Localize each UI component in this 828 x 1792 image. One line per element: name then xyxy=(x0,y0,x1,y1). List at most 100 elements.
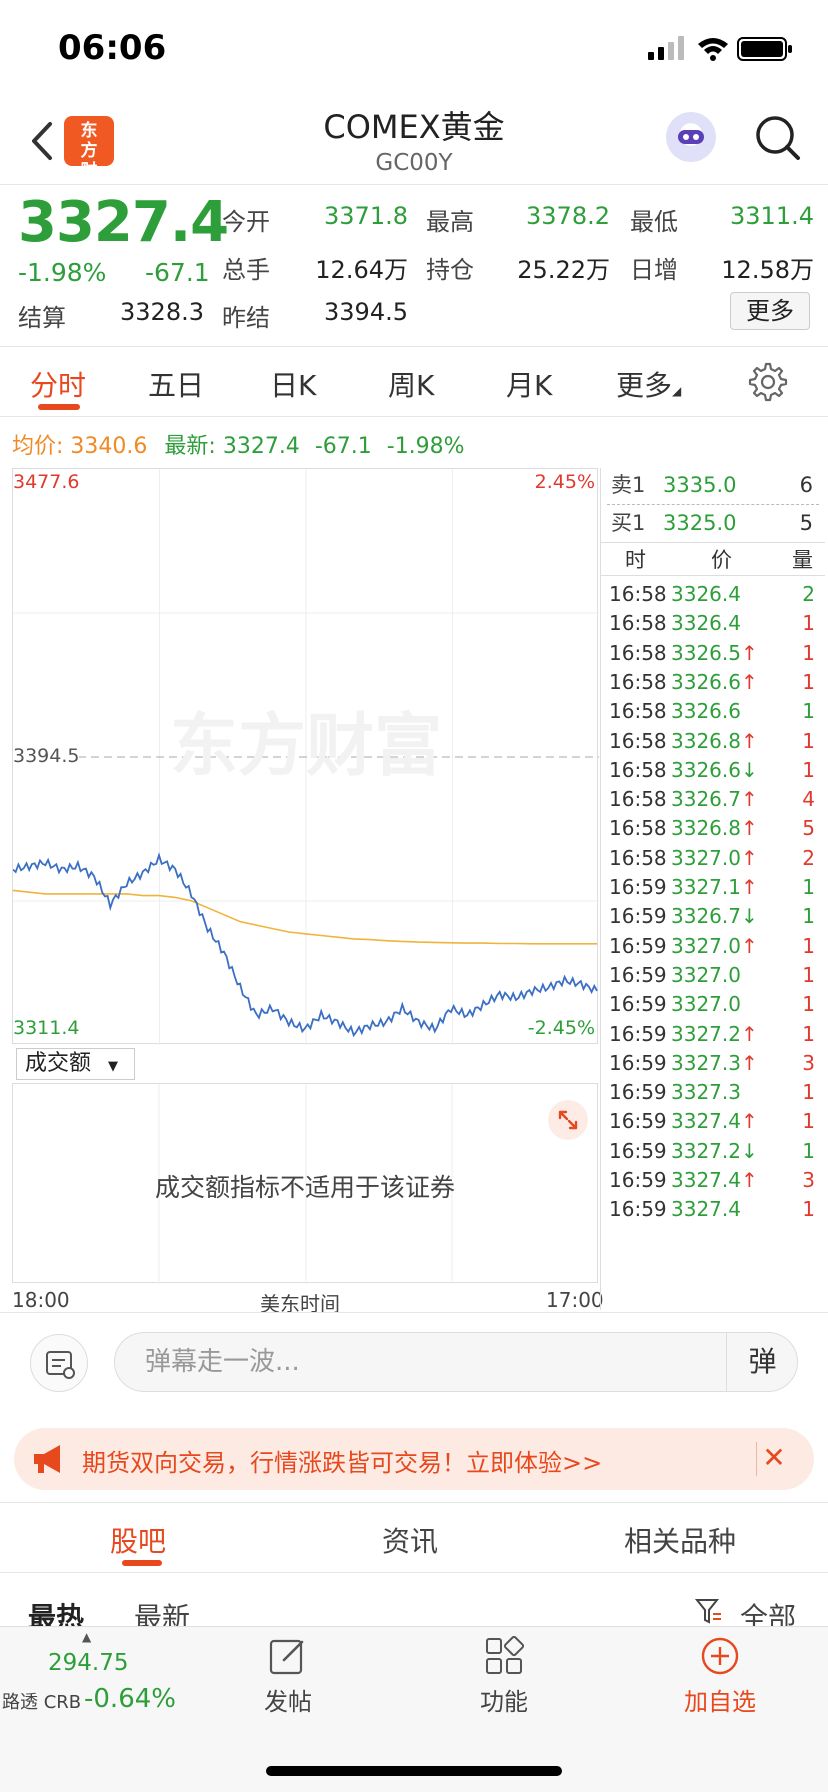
arrow-up-icon: ↑ xyxy=(740,1050,758,1075)
tab-weekly-k[interactable]: 周K xyxy=(388,364,434,404)
y-axis-top: 3477.6 xyxy=(13,471,80,493)
arrow-down-icon: ↓ xyxy=(740,904,758,929)
tick-time: 16:59 xyxy=(609,962,667,987)
tick-price: 3327.4↑ xyxy=(671,1164,758,1197)
volume-label: 总手 xyxy=(222,256,270,284)
megaphone-icon xyxy=(34,1445,60,1473)
open-label: 今开 xyxy=(222,208,270,236)
tick-volume: 1 xyxy=(802,1021,815,1046)
tick-time: 16:59 xyxy=(609,1021,667,1046)
tick-row: 16:58 3326.4 2 xyxy=(601,578,825,611)
search-button[interactable] xyxy=(752,112,804,164)
ask-row: 卖1 3335.0 6 xyxy=(601,468,825,502)
tick-price: 3326.5↑ xyxy=(671,637,758,670)
danmaku-toggle-button[interactable]: 弹 xyxy=(726,1332,798,1392)
add-circle-icon[interactable] xyxy=(700,1636,740,1676)
edit-icon[interactable] xyxy=(268,1636,308,1676)
filter-icon[interactable] xyxy=(694,1596,724,1626)
tab-monthly-k[interactable]: 月K xyxy=(506,364,552,404)
expand-button[interactable] xyxy=(548,1100,588,1140)
daily-increase-label: 日增 xyxy=(630,256,678,284)
tick-row: 16:59 3327.3↑ 3 xyxy=(601,1047,825,1080)
bottom-tabs-divider xyxy=(0,1572,828,1573)
tick-price: 3326.6↑ xyxy=(671,666,758,699)
tab-intraday[interactable]: 分时 xyxy=(30,364,86,404)
quote-divider xyxy=(0,346,828,347)
bid-label: 买1 xyxy=(611,511,646,535)
search-icon xyxy=(756,116,800,160)
tab-news[interactable]: 资讯 xyxy=(382,1520,438,1560)
tab-more[interactable]: 更多◢ xyxy=(616,364,681,404)
tab-five-day[interactable]: 五日 xyxy=(148,364,204,404)
tick-price: 3326.8↑ xyxy=(671,812,758,845)
chart-settings-button[interactable] xyxy=(748,362,788,402)
add-watchlist-button[interactable]: 加自选 xyxy=(670,1682,770,1717)
tick-price-value: 3327.2 xyxy=(671,1021,741,1046)
apps-icon[interactable] xyxy=(484,1635,525,1676)
promo-text[interactable]: 期货双向交易，行情涨跌皆可交易！立即体验>> xyxy=(82,1443,602,1478)
post-button[interactable]: 发帖 xyxy=(238,1682,338,1717)
tick-price-value: 3327.0 xyxy=(671,933,741,958)
order-book-panel[interactable]: 卖1 3335.0 6 买1 3325.0 5 时 价 量 16:58 3326.… xyxy=(600,468,828,1310)
tick-time: 16:59 xyxy=(609,1109,667,1134)
notes-button[interactable] xyxy=(30,1334,88,1392)
last-price: 3327.4 xyxy=(18,190,229,255)
functions-button[interactable]: 功能 xyxy=(454,1682,554,1717)
change-percent: -1.98% xyxy=(18,258,107,287)
tick-price-value: 3326.4 xyxy=(671,611,741,636)
bottom-tab-indicator xyxy=(122,1560,162,1566)
tick-volume: 1 xyxy=(802,728,815,753)
crb-index-label[interactable]: 路透 CRB xyxy=(2,1688,81,1714)
robot-assistant-icon[interactable] xyxy=(666,112,716,162)
danmaku-input[interactable]: 弹幕走一波... xyxy=(114,1332,798,1392)
tick-volume: 4 xyxy=(802,787,815,812)
tick-price: 3327.0↑ xyxy=(671,930,758,963)
tick-volume: 1 xyxy=(802,1138,815,1163)
crb-index-change[interactable]: -0.64% xyxy=(84,1684,176,1714)
tick-row: 16:59 3327.2↓ 1 xyxy=(601,1135,825,1168)
tick-time: 16:58 xyxy=(609,640,667,665)
x-axis-end: 17:00 xyxy=(546,1288,604,1312)
settlement-value: 3328.3 xyxy=(120,298,204,326)
tick-price: 3327.0 xyxy=(671,988,741,1021)
tab-related[interactable]: 相关品种 xyxy=(624,1520,736,1560)
high-value: 3378.2 xyxy=(526,202,610,230)
tick-time: 16:59 xyxy=(609,1197,667,1222)
tab-daily-k[interactable]: 日K xyxy=(270,364,316,404)
tick-time: 16:58 xyxy=(609,757,667,782)
average-price-line xyxy=(13,889,597,945)
settlement-label: 结算 xyxy=(18,304,66,332)
tab-forum[interactable]: 股吧 xyxy=(110,1520,166,1560)
tab-active-indicator xyxy=(38,404,80,410)
tick-row: 16:59 3327.4 1 xyxy=(601,1193,825,1226)
tick-price: 3327.0 xyxy=(671,959,741,992)
tick-price: 3327.1↑ xyxy=(671,871,758,904)
intraday-chart[interactable]: 东方财富 3477.6 2.45% 3394.5 3311.4 -2.45% xyxy=(12,468,599,1045)
tabs-divider xyxy=(0,416,828,417)
tick-row: 16:58 3326.6 1 xyxy=(601,695,825,728)
latest-value: 3327.4 xyxy=(222,434,300,459)
tick-volume: 1 xyxy=(802,640,815,665)
y-axis-bottom: 3311.4 xyxy=(13,1017,80,1039)
bid-price: 3325.0 xyxy=(663,511,737,535)
crb-index-value[interactable]: 294.75 xyxy=(48,1650,128,1676)
tick-volume: 1 xyxy=(802,875,815,899)
tick-volume: 5 xyxy=(802,816,815,841)
arrow-up-icon: ↑ xyxy=(740,1168,758,1192)
tick-volume: 2 xyxy=(802,845,815,870)
ticks-header-time: 时 xyxy=(625,548,646,572)
tick-price-value: 3326.7 xyxy=(671,904,741,929)
tick-price-value: 3327.4 xyxy=(671,1197,741,1222)
more-quote-button[interactable]: 更多 xyxy=(730,292,810,330)
latest-change: -67.1 xyxy=(314,434,372,459)
indicator-selector[interactable]: 成交额 ▼ xyxy=(16,1048,135,1080)
tick-volume: 1 xyxy=(802,992,815,1017)
tick-volume: 1 xyxy=(802,904,815,929)
close-icon[interactable]: ✕ xyxy=(756,1440,792,1476)
tick-row: 16:59 3327.4↑ 3 xyxy=(601,1164,825,1197)
tick-price-value: 3327.4 xyxy=(671,1168,741,1192)
tick-price-value: 3326.8 xyxy=(671,816,741,841)
tick-price-value: 3326.6 xyxy=(671,669,741,694)
tick-price: 3326.7↓ xyxy=(671,900,758,933)
tick-row: 16:58 3326.8↑ 5 xyxy=(601,812,825,845)
